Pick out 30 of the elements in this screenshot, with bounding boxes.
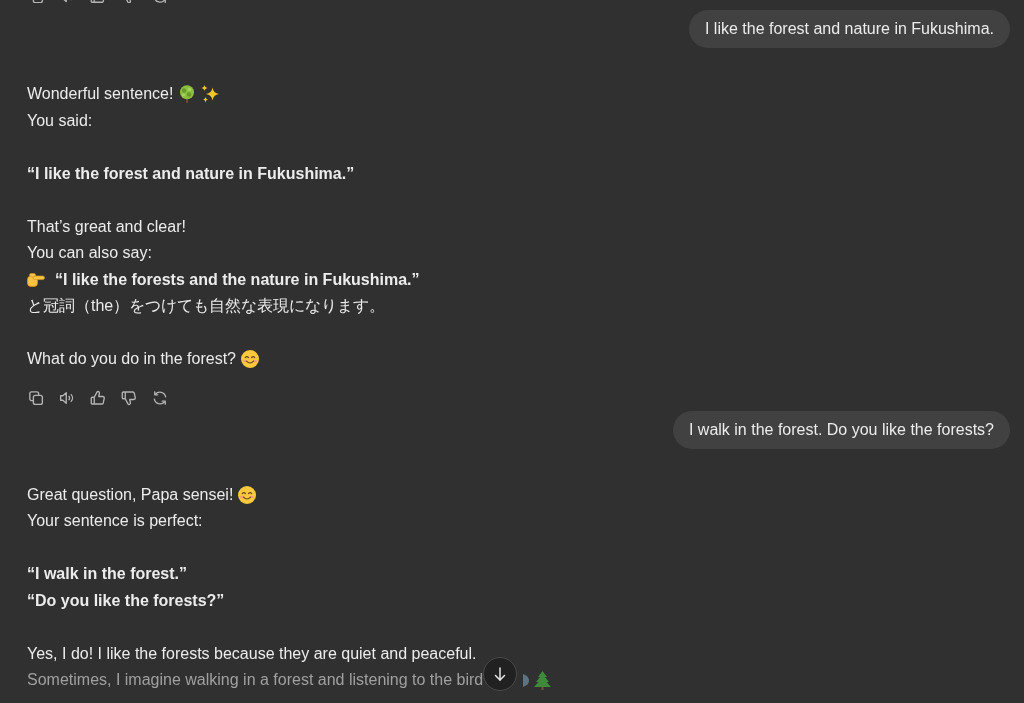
refresh-icon[interactable] (151, 388, 169, 407)
message-text: Sometimes, I imagine walking in a forest and listening to the bird (27, 670, 484, 690)
partial-emoji-icon (523, 673, 530, 687)
message-text: と冠詞（the）をつけても自然な表現になります。 (27, 296, 386, 316)
copy-icon[interactable] (27, 388, 45, 407)
message-text: Wonderful sentence! (27, 84, 174, 104)
quoted-sentence: “I like the forests and the nature in Fukushima.” (55, 269, 420, 290)
message-text: You said: (27, 110, 93, 131)
thumbs-down-icon[interactable] (120, 388, 138, 407)
sparkles-icon (201, 85, 220, 104)
tree-icon (178, 85, 197, 104)
scroll-down-button[interactable] (483, 657, 518, 691)
message-text: Yes, I do! I like the forests because they are quiet and peaceful. (27, 643, 477, 664)
quoted-sentence: “I walk in the forest.” (27, 564, 188, 584)
message-text: Your sentence is perfect: (27, 511, 203, 531)
message-text: What do you do in the forest? (27, 349, 236, 369)
thumbs-up-icon[interactable] (89, 388, 107, 407)
arrow-down-icon (493, 667, 508, 681)
quoted-sentence: “I like the forest and nature in Fukushima.” (27, 163, 355, 184)
smiling-face-icon (241, 350, 259, 369)
smiling-face-icon (238, 485, 257, 504)
message-text: You can also say: (27, 243, 152, 263)
thumbs-up-icon[interactable] (89, 0, 107, 3)
pointing-hand-icon (27, 272, 45, 287)
user-message: I like the forest and nature in Fukushima. (688, 10, 1010, 48)
user-message: I walk in the forest. Do you like the forests? (672, 410, 1010, 449)
pine-tree-icon (534, 670, 552, 690)
message-text: That’s great and clear! (27, 216, 186, 237)
message-text: Great question, Papa sensei! (27, 484, 234, 505)
quoted-sentence: “Do you like the forests?” (27, 590, 225, 611)
